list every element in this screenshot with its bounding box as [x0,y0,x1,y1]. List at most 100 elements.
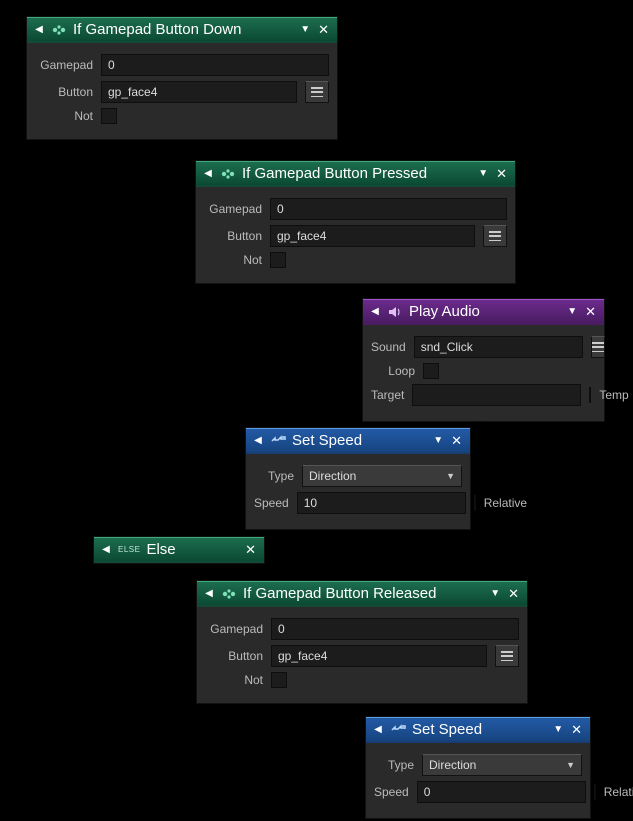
dropdown-icon[interactable]: ▼ [300,24,310,35]
list-picker-button[interactable] [483,225,507,247]
collapse-toggle-icon[interactable]: ◀ [252,435,264,446]
gamepad-input[interactable] [271,618,519,640]
dropdown-icon[interactable]: ▼ [433,435,443,446]
speaker-icon [387,304,403,320]
not-checkbox[interactable] [271,672,287,688]
speed-icon [270,433,286,449]
close-icon[interactable]: ✕ [506,586,521,602]
field-label-speed: Speed [374,785,409,799]
list-picker-button[interactable] [495,645,519,667]
speed-input[interactable] [297,492,466,514]
close-icon[interactable]: ✕ [243,542,258,558]
field-label-not: Not [204,253,262,267]
node-set-speed-1: ◀ Set Speed ▼ ✕ Type Direction ▼ Speed R… [245,427,471,530]
speed-icon [390,722,406,738]
sound-input[interactable] [414,336,583,358]
node-header[interactable]: ◀ If Gamepad Button Down ▼ ✕ [27,17,337,43]
field-label-not: Not [35,109,93,123]
dropdown-icon[interactable]: ▼ [567,306,577,317]
node-header[interactable]: ◀ Play Audio ▼ ✕ [363,299,604,325]
field-label-gamepad: Gamepad [35,58,93,72]
close-icon[interactable]: ✕ [449,433,464,449]
node-header[interactable]: ◀ Set Speed ▼ ✕ [246,428,470,454]
collapse-toggle-icon[interactable]: ◀ [100,544,112,555]
field-label-sound: Sound [371,340,406,354]
node-header[interactable]: ◀ Set Speed ▼ ✕ [366,717,590,743]
type-select-value: Direction [429,758,476,772]
dropdown-icon[interactable]: ▼ [478,168,488,179]
node-header[interactable]: ◀ If Gamepad Button Pressed ▼ ✕ [196,161,515,187]
field-label-type: Type [254,469,294,483]
type-select-value: Direction [309,469,356,483]
collapse-toggle-icon[interactable]: ◀ [33,24,45,35]
node-body: Sound Loop Target Temp [363,325,604,421]
button-input[interactable] [270,225,475,247]
node-if-gamepad-button-released: ◀ If Gamepad Button Released ▼ ✕ Gamepad… [196,580,528,704]
node-title: If Gamepad Button Pressed [242,165,472,182]
node-header[interactable]: ◀ ELSE Else ✕ [94,537,264,563]
dropdown-icon[interactable]: ▼ [553,724,563,735]
node-title: Play Audio [409,303,561,320]
field-label-gamepad: Gamepad [205,622,263,636]
gamepad-input[interactable] [270,198,507,220]
node-if-gamepad-button-pressed: ◀ If Gamepad Button Pressed ▼ ✕ Gamepad … [195,160,516,284]
node-if-gamepad-button-down: ◀ If Gamepad Button Down ▼ ✕ Gamepad But… [26,16,338,140]
node-title: If Gamepad Button Released [243,585,484,602]
gamepad-icon [51,22,67,38]
chevron-down-icon: ▼ [446,471,455,481]
dropdown-icon[interactable]: ▼ [490,588,500,599]
field-label-temp: Temp [599,388,628,402]
close-icon[interactable]: ✕ [583,304,598,320]
field-label-type: Type [374,758,414,772]
field-label-button: Button [35,85,93,99]
close-icon[interactable]: ✕ [494,166,509,182]
field-label-target: Target [371,388,404,402]
node-title: Else [146,541,237,558]
type-select[interactable]: Direction ▼ [302,465,462,487]
gamepad-input[interactable] [101,54,329,76]
node-body: Gamepad Button Not [196,187,515,283]
speed-input[interactable] [417,781,586,803]
collapse-toggle-icon[interactable]: ◀ [203,588,215,599]
field-label-speed: Speed [254,496,289,510]
relative-checkbox[interactable] [594,784,596,800]
collapse-toggle-icon[interactable]: ◀ [369,306,381,317]
else-badge: ELSE [118,545,140,554]
collapse-toggle-icon[interactable]: ◀ [372,724,384,735]
field-label-gamepad: Gamepad [204,202,262,216]
relative-checkbox[interactable] [474,495,476,511]
list-picker-button[interactable] [591,336,605,358]
gamepad-icon [221,586,237,602]
field-label-relative: Relative [604,785,633,799]
target-input[interactable] [412,384,581,406]
close-icon[interactable]: ✕ [316,22,331,38]
not-checkbox[interactable] [101,108,117,124]
node-title: Set Speed [292,432,427,449]
field-label-button: Button [204,229,262,243]
node-title: If Gamepad Button Down [73,21,294,38]
close-icon[interactable]: ✕ [569,722,584,738]
node-header[interactable]: ◀ If Gamepad Button Released ▼ ✕ [197,581,527,607]
field-label-relative: Relative [484,496,527,510]
node-play-audio: ◀ Play Audio ▼ ✕ Sound Loop Target Temp [362,298,605,422]
node-body: Gamepad Button Not [27,43,337,139]
node-else: ◀ ELSE Else ✕ [93,536,265,564]
temp-checkbox[interactable] [589,387,591,403]
field-label-not: Not [205,673,263,687]
node-title: Set Speed [412,721,547,738]
node-body: Gamepad Button Not [197,607,527,703]
node-body: Type Direction ▼ Speed Relative [366,743,590,818]
button-input[interactable] [271,645,487,667]
chevron-down-icon: ▼ [566,760,575,770]
gamepad-icon [220,166,236,182]
not-checkbox[interactable] [270,252,286,268]
list-picker-button[interactable] [305,81,329,103]
type-select[interactable]: Direction ▼ [422,754,582,776]
node-body: Type Direction ▼ Speed Relative [246,454,470,529]
field-label-button: Button [205,649,263,663]
node-set-speed-2: ◀ Set Speed ▼ ✕ Type Direction ▼ Speed R… [365,716,591,819]
collapse-toggle-icon[interactable]: ◀ [202,168,214,179]
field-label-loop: Loop [371,364,415,378]
loop-checkbox[interactable] [423,363,439,379]
button-input[interactable] [101,81,297,103]
